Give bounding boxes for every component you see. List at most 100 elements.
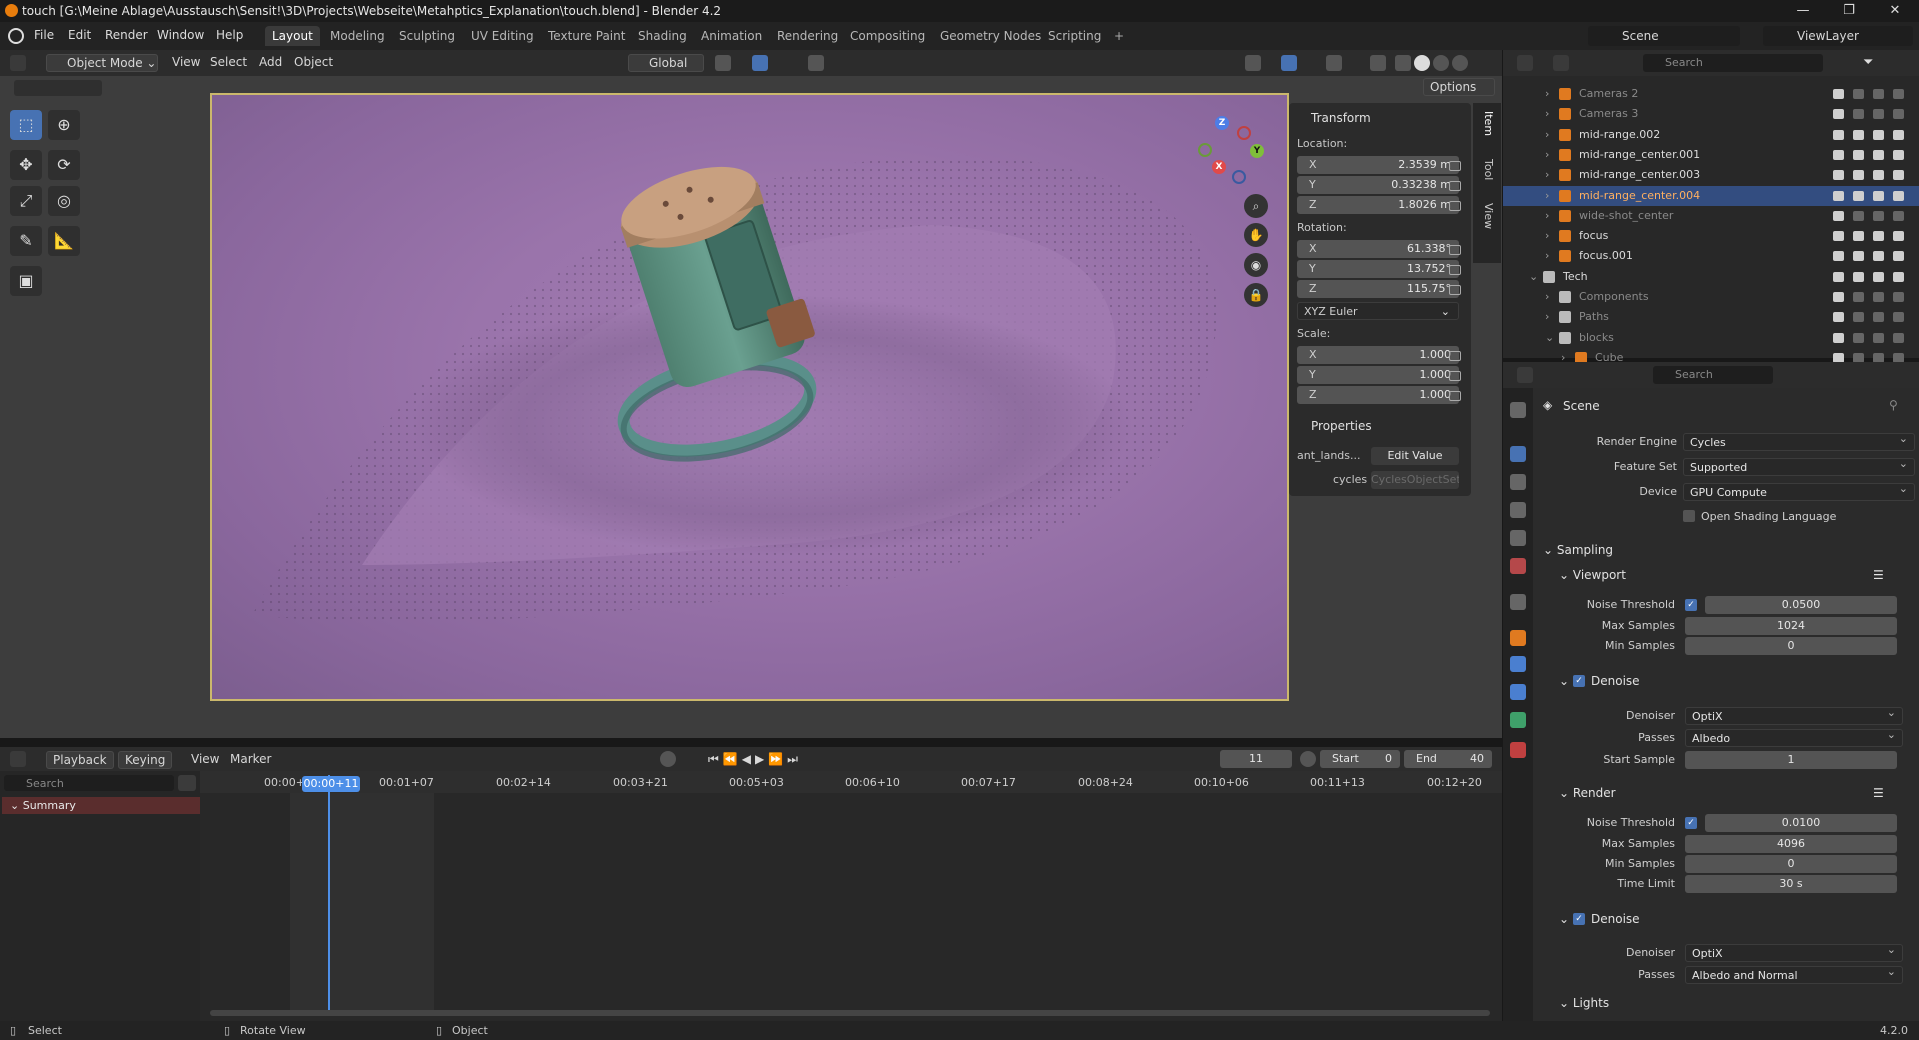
eye-icon[interactable] (1853, 170, 1864, 181)
lock-icon[interactable] (1449, 351, 1461, 361)
expand-chevron-icon[interactable]: › (1545, 87, 1549, 100)
view-layer-tab-icon[interactable] (1510, 502, 1526, 518)
outliner-row[interactable]: › wide-shot_center (1503, 206, 1919, 226)
rotation-z-field[interactable]: Z 115.75° (1297, 280, 1459, 298)
playback-controls[interactable]: ⏮⏪◀▶⏩⏭ (702, 751, 808, 769)
vp-denoiser-dropdown[interactable]: OptiX (1685, 706, 1903, 725)
menu-view[interactable]: View (166, 54, 206, 72)
maximize-button[interactable]: ❐ (1826, 0, 1872, 22)
outliner-row[interactable]: › focus.001 (1503, 246, 1919, 266)
gizmo-neg-y-icon[interactable] (1198, 143, 1212, 157)
pivot-icon[interactable] (715, 55, 731, 71)
osl-checkbox[interactable] (1683, 510, 1695, 522)
exclude-checkbox[interactable] (1833, 210, 1844, 221)
expand-chevron-icon[interactable]: ⌄ (1529, 270, 1538, 283)
move-icon[interactable]: ✥ (10, 150, 42, 180)
monitor-icon[interactable] (1873, 251, 1884, 262)
solid-shading-icon[interactable] (1414, 55, 1430, 71)
playhead-label[interactable]: 00:00+11 (302, 776, 360, 792)
start-frame-field[interactable]: Start 0 (1320, 750, 1400, 768)
r-denoiser-dropdown[interactable]: OptiX (1685, 943, 1903, 962)
tab-uv-editing[interactable]: UV Editing (464, 26, 541, 46)
tab-tool[interactable]: Tool (1479, 159, 1495, 180)
swap-icon[interactable] (178, 775, 196, 791)
tab-compositing[interactable]: Compositing (843, 26, 932, 46)
vp-start-field[interactable]: 1 (1685, 751, 1897, 769)
eye-icon[interactable] (1853, 312, 1864, 323)
scale-x-field[interactable]: X 1.000 (1297, 346, 1459, 364)
vp-passes-dropdown[interactable]: Albedo (1685, 728, 1903, 747)
feature-set-dropdown[interactable]: Supported (1683, 457, 1915, 476)
pan-hand-icon[interactable]: ✋ (1244, 223, 1268, 247)
record-icon[interactable] (660, 751, 676, 767)
timeline-ruler[interactable]: 00:00+ 00:01+07 00:02+14 00:03+21 00:05+… (200, 771, 1502, 793)
texture-tab-icon[interactable] (1510, 742, 1526, 758)
camera-icon[interactable] (1893, 332, 1904, 343)
tab-layout[interactable]: Layout (265, 26, 320, 46)
tab-item[interactable]: Item (1479, 111, 1495, 136)
tab-animation[interactable]: Animation (694, 26, 769, 46)
outliner-row[interactable]: › mid-range.002 (1503, 125, 1919, 145)
exclude-checkbox[interactable] (1833, 89, 1844, 99)
visibility-icon[interactable] (1245, 55, 1261, 71)
scene-selector[interactable]: Scene (1588, 26, 1740, 46)
selection-mode-icons[interactable] (14, 80, 102, 96)
outliner-row[interactable]: › Paths (1503, 307, 1919, 327)
expand-chevron-icon[interactable]: › (1545, 229, 1549, 242)
render-engine-dropdown[interactable]: Cycles (1683, 432, 1915, 451)
outliner-row[interactable]: ⌄ blocks (1503, 328, 1919, 348)
mode-selector[interactable]: Object Mode ⌄ (46, 54, 158, 72)
camera-icon[interactable] (1893, 129, 1904, 140)
eye-icon[interactable] (1853, 210, 1864, 221)
scene-tab-icon[interactable] (1510, 530, 1526, 546)
outliner-row[interactable]: › mid-range_center.001 (1503, 145, 1919, 165)
wireframe-shading-icon[interactable] (1395, 55, 1411, 71)
list-icon[interactable]: ☰ (1873, 786, 1884, 800)
overlay-icon[interactable] (1326, 55, 1342, 71)
eye-icon[interactable] (1853, 109, 1864, 120)
monitor-icon[interactable] (1873, 292, 1884, 302)
menu-marker[interactable]: Marker (224, 751, 277, 769)
scale-icon[interactable]: ⤢ (10, 186, 42, 216)
camera-icon[interactable] (1893, 170, 1904, 181)
outliner-row[interactable]: › mid-range_center.004 (1503, 185, 1919, 206)
vp-noise-checkbox[interactable]: ✓ (1685, 599, 1697, 611)
menu-edit[interactable]: Edit (68, 28, 91, 42)
collection-tab-icon[interactable] (1510, 594, 1526, 610)
scale-y-field[interactable]: Y 1.000 (1297, 366, 1459, 384)
r-denoise-subsection[interactable]: ⌄ (1559, 912, 1569, 926)
render-tab-icon[interactable] (1510, 446, 1526, 462)
eye-icon[interactable] (1853, 129, 1864, 140)
expand-chevron-icon[interactable]: › (1545, 209, 1549, 222)
gizmo-x-icon[interactable]: X (1212, 160, 1226, 174)
eye-icon[interactable] (1853, 190, 1864, 201)
location-z-field[interactable]: Z 1.8026 m (1297, 196, 1459, 214)
exclude-checkbox[interactable] (1833, 251, 1844, 262)
tab-scripting[interactable]: Scripting (1041, 26, 1108, 46)
camera-icon[interactable] (1893, 149, 1904, 160)
scale-z-field[interactable]: Z 1.000 (1297, 386, 1459, 404)
r-noise-field[interactable]: 0.0100 (1705, 814, 1897, 832)
options-button[interactable]: Options (1423, 78, 1495, 96)
tab-rendering[interactable]: Rendering (770, 26, 845, 46)
tab-shading[interactable]: Shading (631, 26, 694, 46)
playhead-line[interactable] (328, 775, 330, 1015)
exclude-checkbox[interactable] (1833, 109, 1844, 120)
outliner-row[interactable]: ⌄ Tech (1503, 267, 1919, 287)
camera-icon[interactable] (1893, 271, 1904, 282)
measure-icon[interactable]: 📐 (48, 226, 80, 256)
camera-icon[interactable] (1893, 231, 1904, 242)
outliner-row[interactable]: › Cameras 3 (1503, 104, 1919, 124)
location-x-field[interactable]: X 2.3539 m (1297, 156, 1459, 174)
xray-icon[interactable] (1370, 55, 1386, 71)
eye-icon[interactable] (1853, 271, 1864, 282)
expand-chevron-icon[interactable]: › (1545, 189, 1549, 202)
menu-add[interactable]: Add (253, 54, 288, 72)
r-max-field[interactable]: 4096 (1685, 835, 1897, 853)
close-button[interactable]: ✕ (1872, 0, 1918, 22)
transform-icon[interactable]: ◎ (48, 186, 80, 216)
zoom-icon[interactable]: ⌕ (1244, 194, 1268, 218)
snap-icon[interactable] (752, 55, 768, 71)
camera-view[interactable] (210, 93, 1289, 701)
annotate-icon[interactable]: ✎ (10, 226, 42, 256)
